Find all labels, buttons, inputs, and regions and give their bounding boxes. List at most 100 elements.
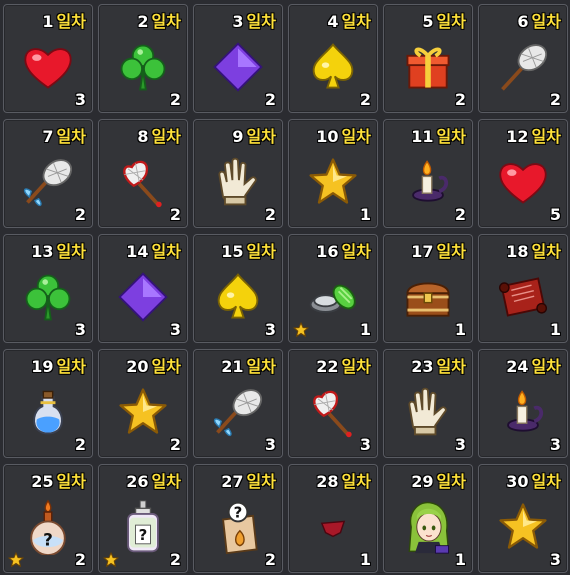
day-number: 28 — [316, 472, 339, 491]
day-label: 25 일차 — [31, 468, 86, 492]
day-label: 7 일차 — [42, 123, 86, 147]
red-cloth-icon — [305, 499, 361, 555]
reward-cell-day-2[interactable]: 2 일차 2 — [98, 4, 188, 113]
day-suffix: 일차 — [341, 12, 371, 31]
reward-cell-day-26[interactable]: 26 일차? 2 — [98, 464, 188, 573]
reward-cell-day-24[interactable]: 24 일차 3 — [478, 349, 568, 458]
reward-cell-day-22[interactable]: 22 일차 3 — [288, 349, 378, 458]
star-icon — [115, 384, 171, 440]
reward-cell-day-13[interactable]: 13 일차 3 — [3, 234, 93, 343]
star-icon — [495, 499, 551, 555]
reward-count: 1 — [359, 550, 371, 569]
day-number: 5 — [422, 12, 434, 31]
mystery-flask-icon: ? — [20, 499, 76, 556]
day-number: 4 — [327, 12, 339, 31]
reward-cell-day-15[interactable]: 15 일차 3 — [193, 234, 283, 343]
reward-cell-day-21[interactable]: 21 일차 3 — [193, 349, 283, 458]
reward-cell-day-28[interactable]: 28 일차 1 — [288, 464, 378, 573]
reward-count: 3 — [74, 320, 86, 339]
reward-count: 3 — [264, 435, 276, 454]
day-label: 5 일차 — [422, 8, 466, 32]
reward-cell-day-17[interactable]: 17 일차 1 — [383, 234, 473, 343]
day-number: 14 — [126, 242, 149, 261]
reward-count: 1 — [454, 320, 466, 339]
day-suffix: 일차 — [531, 242, 561, 261]
day-suffix: 일차 — [341, 357, 371, 376]
reward-cell-day-9[interactable]: 9 일차 2 — [193, 119, 283, 228]
day-number: 1 — [42, 12, 54, 31]
day-number: 25 — [31, 472, 54, 491]
day-suffix: 일차 — [151, 472, 181, 491]
day-number: 16 — [316, 242, 339, 261]
day-number: 18 — [506, 242, 529, 261]
day-label: 2 일차 — [137, 8, 181, 32]
reward-cell-day-25[interactable]: 25 일차? 2 — [3, 464, 93, 573]
reward-cell-day-6[interactable]: 6 일차 2 — [478, 4, 568, 113]
day-label: 26 일차 — [126, 468, 181, 492]
day-label: 15 일차 — [221, 238, 276, 262]
day-label: 16 일차 — [316, 238, 371, 262]
day-label: 17 일차 — [411, 238, 466, 262]
reward-count: 2 — [549, 90, 561, 109]
day-number: 29 — [411, 472, 434, 491]
reward-cell-day-27[interactable]: 27 일차? 2 — [193, 464, 283, 573]
glove-icon — [210, 154, 266, 210]
svg-text:?: ? — [43, 530, 53, 550]
reward-cell-day-23[interactable]: 23 일차 3 — [383, 349, 473, 458]
clover-icon — [20, 269, 76, 325]
day-suffix: 일차 — [436, 242, 466, 261]
day-suffix: 일차 — [246, 242, 276, 261]
reward-cell-day-8[interactable]: 8 일차 2 — [98, 119, 188, 228]
star-badge-icon — [8, 552, 24, 568]
day-label: 12 일차 — [506, 123, 561, 147]
day-number: 6 — [517, 12, 529, 31]
treasure-chest-icon — [400, 269, 456, 325]
candle-icon — [400, 154, 456, 210]
clover-icon — [115, 39, 171, 95]
day-number: 21 — [221, 357, 244, 376]
reward-count: 2 — [359, 90, 371, 109]
reward-count: 1 — [359, 205, 371, 224]
diamond-icon — [210, 39, 266, 95]
reward-cell-day-4[interactable]: 4 일차 2 — [288, 4, 378, 113]
potion-icon — [20, 384, 76, 440]
reward-cell-day-18[interactable]: 18 일차 1 — [478, 234, 568, 343]
reward-cell-day-29[interactable]: 29 일차 1 — [383, 464, 473, 573]
day-number: 26 — [126, 472, 149, 491]
day-suffix: 일차 — [151, 12, 181, 31]
day-number: 24 — [506, 357, 529, 376]
day-label: 18 일차 — [506, 238, 561, 262]
day-suffix: 일차 — [341, 472, 371, 491]
pressure-plate-icon — [305, 269, 361, 325]
reward-cell-day-5[interactable]: 5 일차 2 — [383, 4, 473, 113]
reward-cell-day-12[interactable]: 12 일차 5 — [478, 119, 568, 228]
star-badge-icon — [103, 552, 119, 568]
reward-cell-day-7[interactable]: 7 일차 2 — [3, 119, 93, 228]
heart-icon — [495, 154, 551, 210]
spade-icon — [210, 269, 266, 325]
winged-net-icon — [20, 154, 76, 210]
day-number: 7 — [42, 127, 54, 146]
day-number: 9 — [232, 127, 244, 146]
reward-count: 3 — [74, 90, 86, 109]
reward-cell-day-19[interactable]: 19 일차 2 — [3, 349, 93, 458]
reward-cell-day-11[interactable]: 11 일차 2 — [383, 119, 473, 228]
day-label: 3 일차 — [232, 8, 276, 32]
reward-count: 2 — [169, 90, 181, 109]
day-suffix: 일차 — [436, 472, 466, 491]
day-suffix: 일차 — [151, 127, 181, 146]
reward-cell-day-14[interactable]: 14 일차 3 — [98, 234, 188, 343]
reward-cell-day-10[interactable]: 10 일차 1 — [288, 119, 378, 228]
reward-count: 2 — [74, 435, 86, 454]
day-number: 12 — [506, 127, 529, 146]
reward-cell-day-20[interactable]: 20 일차 2 — [98, 349, 188, 458]
reward-cell-day-3[interactable]: 3 일차 2 — [193, 4, 283, 113]
day-suffix: 일차 — [341, 127, 371, 146]
reward-cell-day-30[interactable]: 30 일차 3 — [478, 464, 568, 573]
day-suffix: 일차 — [246, 12, 276, 31]
day-label: 20 일차 — [126, 353, 181, 377]
reward-count: 2 — [264, 550, 276, 569]
attendance-reward-grid: 1 일차 3 2 일차 2 3 일차 2 4 일차 2 5 일차 2 6 일차 2 7 일차 2 8 일차 2 9 일차 2 10 일차… — [0, 0, 570, 575]
reward-cell-day-1[interactable]: 1 일차 3 — [3, 4, 93, 113]
reward-cell-day-16[interactable]: 16 일차 1 — [288, 234, 378, 343]
